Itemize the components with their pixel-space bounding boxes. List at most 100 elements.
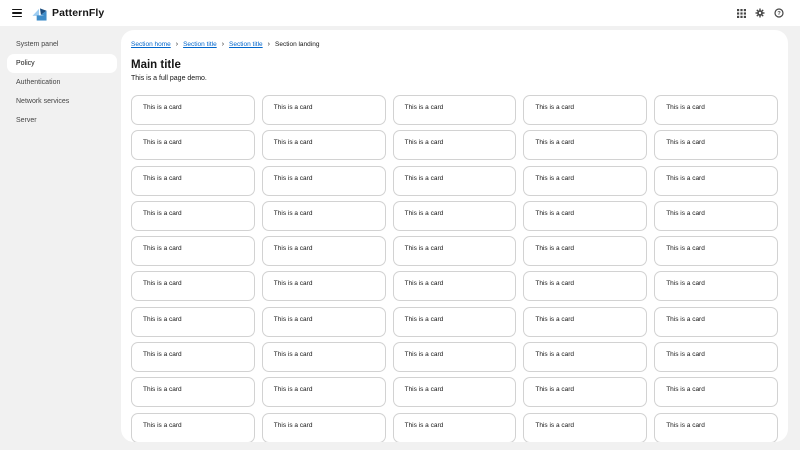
card: This is a card bbox=[654, 95, 778, 125]
card: This is a card bbox=[131, 342, 255, 372]
card-title: This is a card bbox=[666, 316, 705, 323]
settings-gear-icon[interactable] bbox=[755, 8, 765, 18]
sidebar-item-network-services[interactable]: Network services bbox=[0, 92, 121, 111]
card-title: This is a card bbox=[143, 245, 182, 252]
sidebar-item-server[interactable]: Server bbox=[0, 111, 121, 130]
card: This is a card bbox=[654, 342, 778, 372]
card: This is a card bbox=[393, 413, 517, 442]
card: This is a card bbox=[523, 236, 647, 266]
breadcrumb-current: Section landing bbox=[275, 41, 319, 48]
card: This is a card bbox=[131, 307, 255, 337]
breadcrumb-separator-icon: › bbox=[176, 41, 178, 48]
card: This is a card bbox=[262, 166, 386, 196]
card-title: This is a card bbox=[274, 351, 313, 358]
card-title: This is a card bbox=[143, 386, 182, 393]
card: This is a card bbox=[131, 95, 255, 125]
breadcrumb-link[interactable]: Section home bbox=[131, 41, 171, 48]
card: This is a card bbox=[131, 130, 255, 160]
page-subtitle: This is a full page demo. bbox=[131, 75, 778, 82]
card: This is a card bbox=[393, 130, 517, 160]
card: This is a card bbox=[131, 377, 255, 407]
card: This is a card bbox=[131, 271, 255, 301]
card: This is a card bbox=[262, 95, 386, 125]
card-title: This is a card bbox=[666, 386, 705, 393]
card-title: This is a card bbox=[274, 139, 313, 146]
card: This is a card bbox=[654, 377, 778, 407]
card-title: This is a card bbox=[143, 422, 182, 429]
card: This is a card bbox=[393, 377, 517, 407]
card: This is a card bbox=[262, 307, 386, 337]
card: This is a card bbox=[262, 201, 386, 231]
card: This is a card bbox=[393, 236, 517, 266]
card-title: This is a card bbox=[143, 139, 182, 146]
card: This is a card bbox=[262, 236, 386, 266]
card: This is a card bbox=[131, 413, 255, 442]
card-title: This is a card bbox=[143, 175, 182, 182]
card: This is a card bbox=[131, 166, 255, 196]
card-title: This is a card bbox=[535, 139, 574, 146]
card-title: This is a card bbox=[535, 386, 574, 393]
card-title: This is a card bbox=[405, 422, 444, 429]
card: This is a card bbox=[523, 201, 647, 231]
card: This is a card bbox=[523, 95, 647, 125]
card-title: This is a card bbox=[405, 104, 444, 111]
card-title: This is a card bbox=[535, 422, 574, 429]
page-title: Main title bbox=[131, 59, 778, 71]
card-title: This is a card bbox=[666, 104, 705, 111]
card-title: This is a card bbox=[405, 210, 444, 217]
card-title: This is a card bbox=[666, 351, 705, 358]
card: This is a card bbox=[654, 307, 778, 337]
card-title: This is a card bbox=[405, 245, 444, 252]
card-title: This is a card bbox=[274, 386, 313, 393]
card-title: This is a card bbox=[535, 280, 574, 287]
card: This is a card bbox=[523, 307, 647, 337]
card-title: This is a card bbox=[535, 316, 574, 323]
page-body: System panelPolicy Authentication Network … bbox=[0, 26, 800, 450]
app-launcher-grid-icon[interactable] bbox=[737, 9, 746, 18]
card-title: This is a card bbox=[666, 280, 705, 287]
card: This is a card bbox=[262, 413, 386, 442]
help-question-icon[interactable]: ? bbox=[774, 8, 784, 18]
card: This is a card bbox=[523, 377, 647, 407]
masthead-actions: ? bbox=[737, 8, 784, 18]
card: This is a card bbox=[393, 342, 517, 372]
card-title: This is a card bbox=[535, 104, 574, 111]
card: This is a card bbox=[262, 377, 386, 407]
card: This is a card bbox=[393, 95, 517, 125]
card-title: This is a card bbox=[405, 139, 444, 146]
sidebar-nav: System panelPolicy Authentication Network … bbox=[0, 26, 121, 450]
card: This is a card bbox=[262, 130, 386, 160]
main-content-panel: Section home›Section title›Section title… bbox=[121, 30, 788, 442]
sidebar-item-policy[interactable]: Policy bbox=[7, 54, 117, 73]
card-title: This is a card bbox=[274, 316, 313, 323]
patternfly-logo-icon bbox=[32, 6, 47, 21]
sidebar-item-label: Authentication bbox=[16, 79, 60, 86]
card: This is a card bbox=[654, 413, 778, 442]
card-title: This is a card bbox=[666, 245, 705, 252]
card: This is a card bbox=[523, 130, 647, 160]
nav-toggle-hamburger-icon[interactable] bbox=[12, 9, 22, 18]
card: This is a card bbox=[131, 236, 255, 266]
card: This is a card bbox=[262, 342, 386, 372]
card-title: This is a card bbox=[405, 175, 444, 182]
card: This is a card bbox=[654, 201, 778, 231]
card: This is a card bbox=[262, 271, 386, 301]
card-title: This is a card bbox=[666, 210, 705, 217]
card-title: This is a card bbox=[666, 139, 705, 146]
card: This is a card bbox=[393, 166, 517, 196]
card: This is a card bbox=[523, 271, 647, 301]
card-title: This is a card bbox=[143, 210, 182, 217]
card-title: This is a card bbox=[405, 280, 444, 287]
breadcrumb-link[interactable]: Section title bbox=[229, 41, 263, 48]
card-title: This is a card bbox=[535, 351, 574, 358]
breadcrumb-link[interactable]: Section title bbox=[183, 41, 217, 48]
card-title: This is a card bbox=[143, 316, 182, 323]
card-title: This is a card bbox=[274, 175, 313, 182]
card-title: This is a card bbox=[143, 280, 182, 287]
card: This is a card bbox=[523, 413, 647, 442]
masthead: PatternFly bbox=[0, 0, 800, 26]
sidebar-item-authentication[interactable]: Authentication bbox=[0, 73, 121, 92]
brand-title: PatternFly bbox=[52, 7, 104, 19]
card-title: This is a card bbox=[535, 175, 574, 182]
sidebar-item-system-panel[interactable]: System panel bbox=[0, 35, 121, 54]
